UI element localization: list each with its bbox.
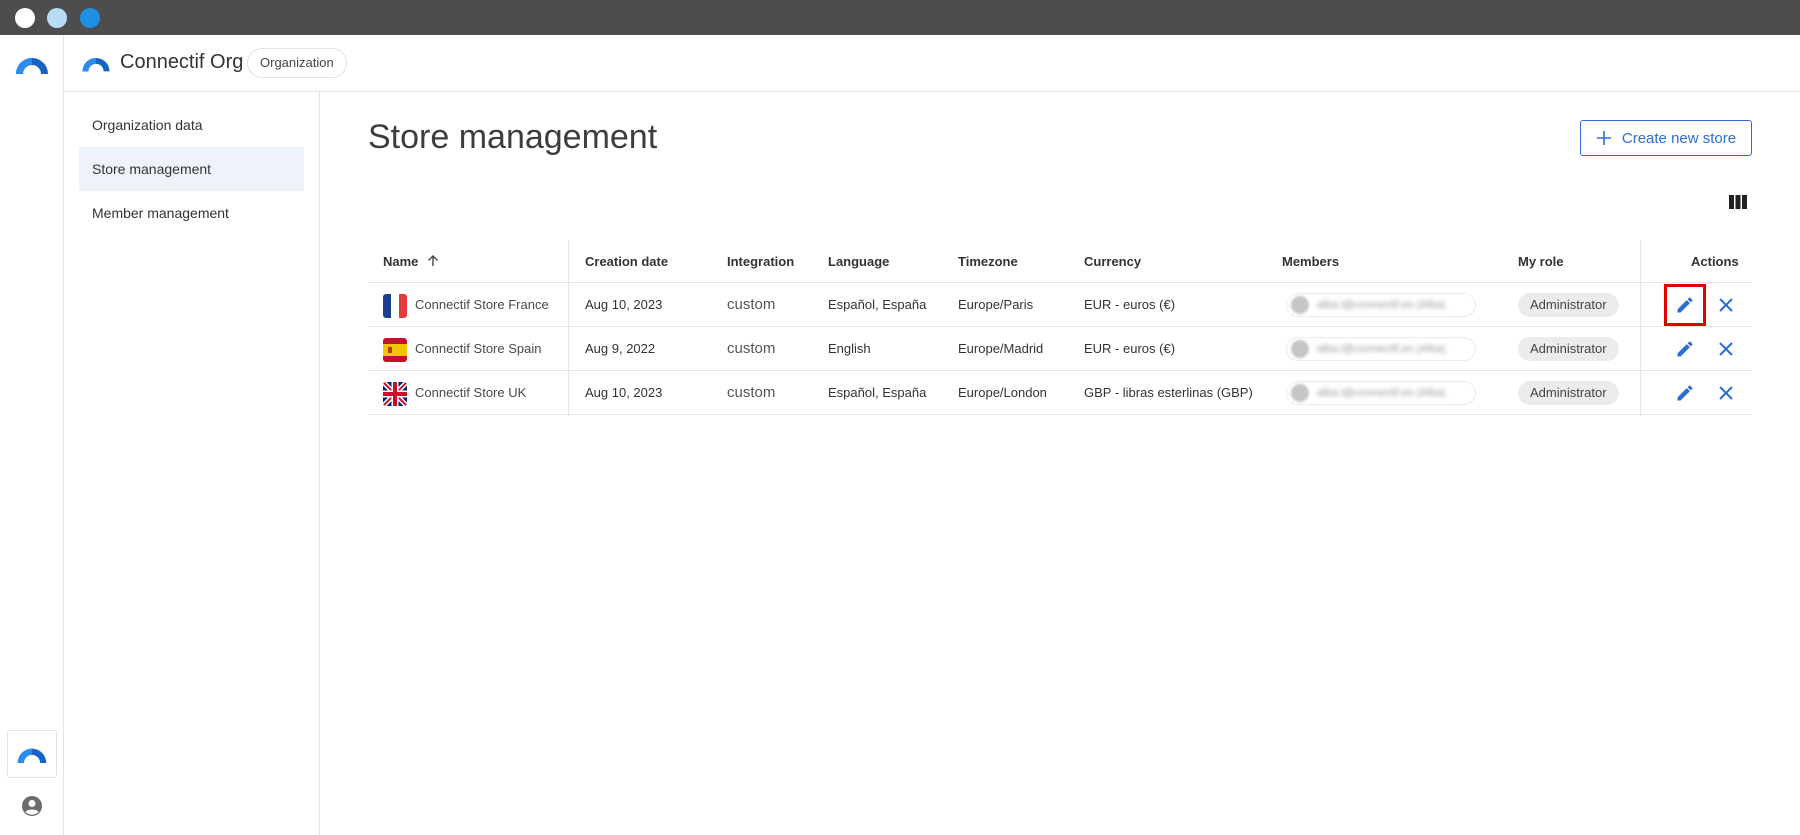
column-header-name[interactable]: Name (383, 240, 440, 283)
org-name: Connectif Org (120, 51, 244, 73)
creation-date-cell: Aug 10, 2023 (585, 297, 663, 312)
delete-store-button[interactable] (1714, 293, 1738, 317)
create-new-store-button[interactable]: Create new store (1580, 120, 1752, 156)
window-close-dot[interactable] (15, 8, 35, 28)
store-switcher-button[interactable] (7, 730, 57, 778)
role-badge: Administrator (1518, 381, 1619, 405)
timezone-cell: Europe/Madrid (958, 341, 1044, 356)
view-column-icon (1729, 195, 1747, 209)
member-chip: alba.l@connectif.es (Alba) (1286, 293, 1476, 317)
top-header: Connectif Org Organization (64, 35, 1800, 92)
store-name-link[interactable]: Connectif Store France (415, 283, 549, 327)
timezone-cell: Europe/Paris (958, 297, 1034, 312)
stores-table: Name Creation date Integration Language … (368, 240, 1752, 416)
table-row: Connectif Store France Aug 10, 2023 cust… (368, 283, 1752, 327)
column-header-creation-date[interactable]: Creation date (585, 240, 668, 283)
edit-store-button[interactable] (1673, 381, 1697, 405)
sidebar-item-member-management[interactable]: Member management (79, 191, 304, 235)
close-icon (1719, 298, 1733, 312)
avatar (1291, 384, 1309, 402)
timezone-cell: Europe/London (958, 385, 1047, 400)
sidebar-item-organization-data[interactable]: Organization data (79, 103, 304, 147)
plus-icon (1596, 131, 1611, 145)
delete-store-button[interactable] (1714, 381, 1738, 405)
app-shell: Connectif Org Organization Organization … (0, 35, 1800, 835)
integration-cell: custom (727, 384, 776, 401)
column-header-language[interactable]: Language (828, 240, 889, 283)
connectif-logo-icon (17, 748, 47, 763)
integration-cell: custom (727, 340, 776, 357)
store-name-link[interactable]: Connectif Store UK (415, 371, 526, 415)
close-icon (1719, 342, 1733, 356)
column-header-my-role[interactable]: My role (1518, 240, 1564, 283)
spain-flag-icon (383, 338, 407, 362)
france-flag-icon (383, 294, 407, 318)
arrow-up-icon (428, 255, 439, 266)
creation-date-cell: Aug 10, 2023 (585, 385, 663, 400)
pencil-icon (1677, 297, 1693, 313)
member-email: alba.l@connectif.es (Alba) (1317, 343, 1446, 355)
language-cell: Español, España (828, 385, 927, 400)
main-content: Store management Create new store Name C… (320, 92, 1800, 835)
column-header-actions: Actions (1691, 254, 1739, 269)
column-header-currency[interactable]: Currency (1084, 240, 1141, 283)
sidebar-item-store-management[interactable]: Store management (79, 147, 304, 191)
window-maximize-dot[interactable] (80, 8, 100, 28)
edit-store-button[interactable] (1664, 284, 1706, 326)
column-header-name-label: Name (383, 254, 419, 269)
user-account-icon[interactable] (20, 794, 44, 818)
settings-sidenav: Organization data Store management Membe… (64, 92, 320, 835)
connectif-logo-icon[interactable] (13, 53, 51, 75)
member-email: alba.l@connectif.es (Alba) (1317, 387, 1446, 399)
edit-store-button[interactable] (1673, 337, 1697, 361)
window-minimize-dot[interactable] (47, 8, 67, 28)
integration-cell: custom (727, 296, 776, 313)
view-columns-button[interactable] (1726, 190, 1750, 214)
currency-cell: GBP - libras esterlinas (GBP) (1084, 385, 1253, 400)
language-cell: English (828, 341, 871, 356)
close-icon (1719, 386, 1733, 400)
member-chip: alba.l@connectif.es (Alba) (1286, 337, 1476, 361)
creation-date-cell: Aug 9, 2022 (585, 341, 656, 356)
pencil-icon (1677, 341, 1693, 357)
column-header-members[interactable]: Members (1282, 240, 1339, 283)
avatar (1291, 340, 1309, 358)
page-title: Store management (368, 118, 658, 156)
create-new-store-label: Create new store (1621, 129, 1737, 147)
delete-store-button[interactable] (1714, 337, 1738, 361)
language-cell: Español, España (828, 297, 927, 312)
role-badge: Administrator (1518, 293, 1619, 317)
currency-cell: EUR - euros (€) (1084, 297, 1176, 312)
window-titlebar (0, 0, 1800, 35)
member-chip: alba.l@connectif.es (Alba) (1286, 381, 1476, 405)
org-badge: Organization (247, 48, 347, 78)
column-header-integration[interactable]: Integration (727, 240, 794, 283)
uk-flag-icon (383, 382, 407, 406)
column-header-timezone[interactable]: Timezone (958, 240, 1018, 283)
currency-cell: EUR - euros (€) (1084, 341, 1176, 356)
left-rail (0, 35, 64, 835)
store-name-link[interactable]: Connectif Store Spain (415, 327, 541, 371)
member-email: alba.l@connectif.es (Alba) (1317, 299, 1446, 311)
avatar (1291, 296, 1309, 314)
table-row: Connectif Store Spain Aug 9, 2022 custom… (368, 327, 1752, 371)
table-header: Name Creation date Integration Language … (368, 240, 1752, 283)
table-row: Connectif Store UK Aug 10, 2023 custom E… (368, 371, 1752, 415)
pencil-icon (1677, 385, 1693, 401)
role-badge: Administrator (1518, 337, 1619, 361)
org-logo-icon (82, 57, 110, 72)
